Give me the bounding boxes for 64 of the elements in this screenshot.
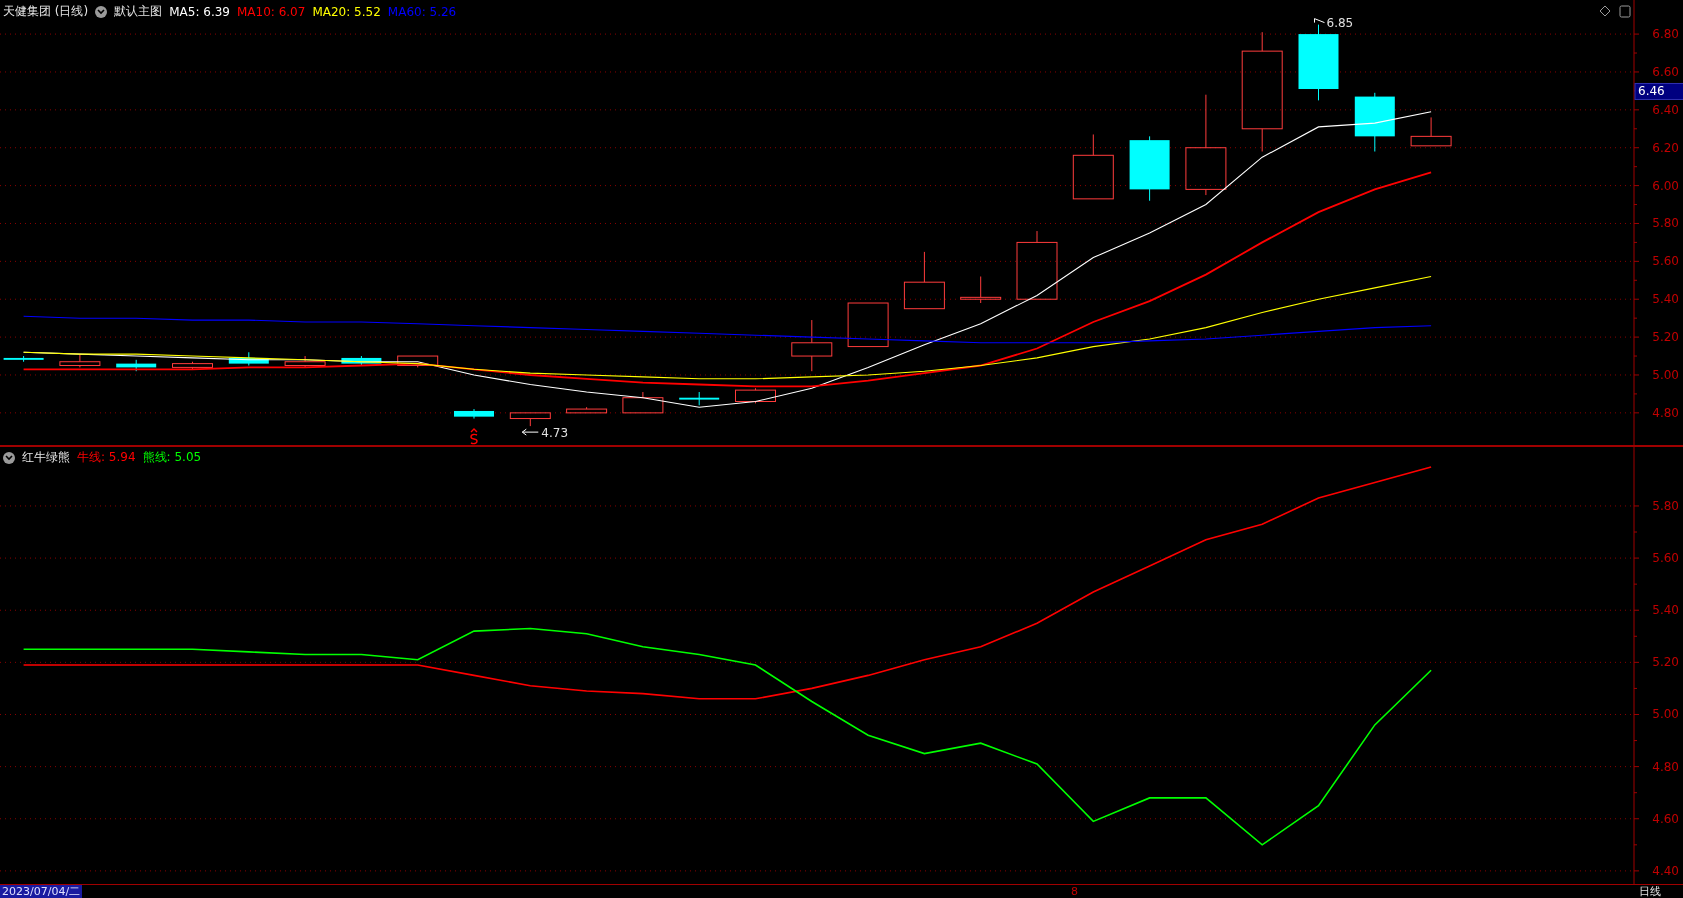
arrow-icon — [521, 428, 539, 436]
axis-label: 5.60 — [1652, 551, 1679, 566]
arrow-icon — [1314, 18, 1325, 24]
candlestick — [3, 355, 44, 363]
candlestick — [791, 319, 833, 372]
candlestick — [1410, 116, 1452, 147]
chart-title: 天健集团 (日线) — [3, 3, 89, 20]
axis-label: 5.00 — [1652, 368, 1679, 382]
legend-value: MA10: 6.07 — [236, 4, 306, 19]
axis-label: 4.80 — [1652, 759, 1679, 774]
candlestick — [1072, 133, 1114, 200]
candlestick — [847, 302, 889, 348]
axis-label: 5.20 — [1652, 330, 1679, 345]
template-label[interactable]: 默认主图 — [114, 3, 163, 20]
axis-label: 5.60 — [1652, 254, 1679, 269]
sell-signal-icon — [470, 428, 478, 445]
candlestick — [509, 412, 551, 427]
legend-value: MA60: 5.26 — [387, 4, 457, 19]
candlestick — [59, 353, 101, 368]
legend-value: 牛线: 5.94 — [77, 449, 136, 466]
candlestick — [566, 406, 608, 414]
candlestick — [903, 251, 945, 310]
candlestick — [1129, 135, 1170, 202]
high-price-label: 6.85 — [1326, 15, 1354, 30]
axis-label: 6.40 — [1652, 102, 1679, 117]
axis-label: 6.60 — [1652, 64, 1679, 79]
candlestick — [960, 276, 1002, 304]
axis-label: 6.80 — [1652, 27, 1679, 42]
candlestick — [454, 408, 494, 420]
candlestick — [172, 361, 213, 370]
panel-icon[interactable] — [1619, 5, 1631, 18]
marker-label: 8 — [1071, 885, 1078, 898]
axis-label: 5.80 — [1652, 216, 1679, 231]
legend-value: MA20: 5.52 — [312, 4, 381, 19]
candlestick — [1016, 230, 1058, 300]
dropdown-icon[interactable] — [95, 5, 108, 18]
candlestick — [679, 391, 720, 406]
axis-label: 5.40 — [1652, 603, 1679, 618]
axis-label: 5.00 — [1652, 707, 1679, 722]
axis-label: 6.00 — [1652, 178, 1679, 193]
date-label: 2023/07/04/二 — [0, 885, 83, 898]
axis-label: 6.20 — [1652, 140, 1679, 155]
candlestick — [622, 391, 664, 414]
candlestick — [228, 351, 269, 366]
candlestick — [735, 387, 776, 404]
candlestick — [397, 355, 439, 368]
period-label: 日线 — [1638, 885, 1662, 898]
dropdown-icon[interactable] — [3, 451, 15, 464]
axis-label: 5.40 — [1652, 292, 1679, 307]
axis-label: 5.20 — [1652, 655, 1679, 670]
axis-label: 4.80 — [1652, 405, 1679, 420]
diamond-icon — [1599, 5, 1611, 17]
legend-value: 熊线: 5.05 — [142, 449, 202, 466]
axis-label: 4.40 — [1652, 863, 1679, 878]
axis-label: 5.80 — [1652, 498, 1679, 513]
indicator-title: 红牛绿熊 — [22, 449, 70, 466]
candlestick — [116, 359, 157, 372]
candlestick — [1354, 92, 1395, 152]
price-marker: 6.46 — [1634, 83, 1683, 100]
candlestick — [341, 355, 382, 366]
legend-value: MA5: 6.39 — [169, 4, 230, 19]
axis-label: 4.60 — [1652, 811, 1679, 826]
candlestick — [284, 355, 326, 368]
low-price-label: 4.73 — [541, 426, 568, 441]
